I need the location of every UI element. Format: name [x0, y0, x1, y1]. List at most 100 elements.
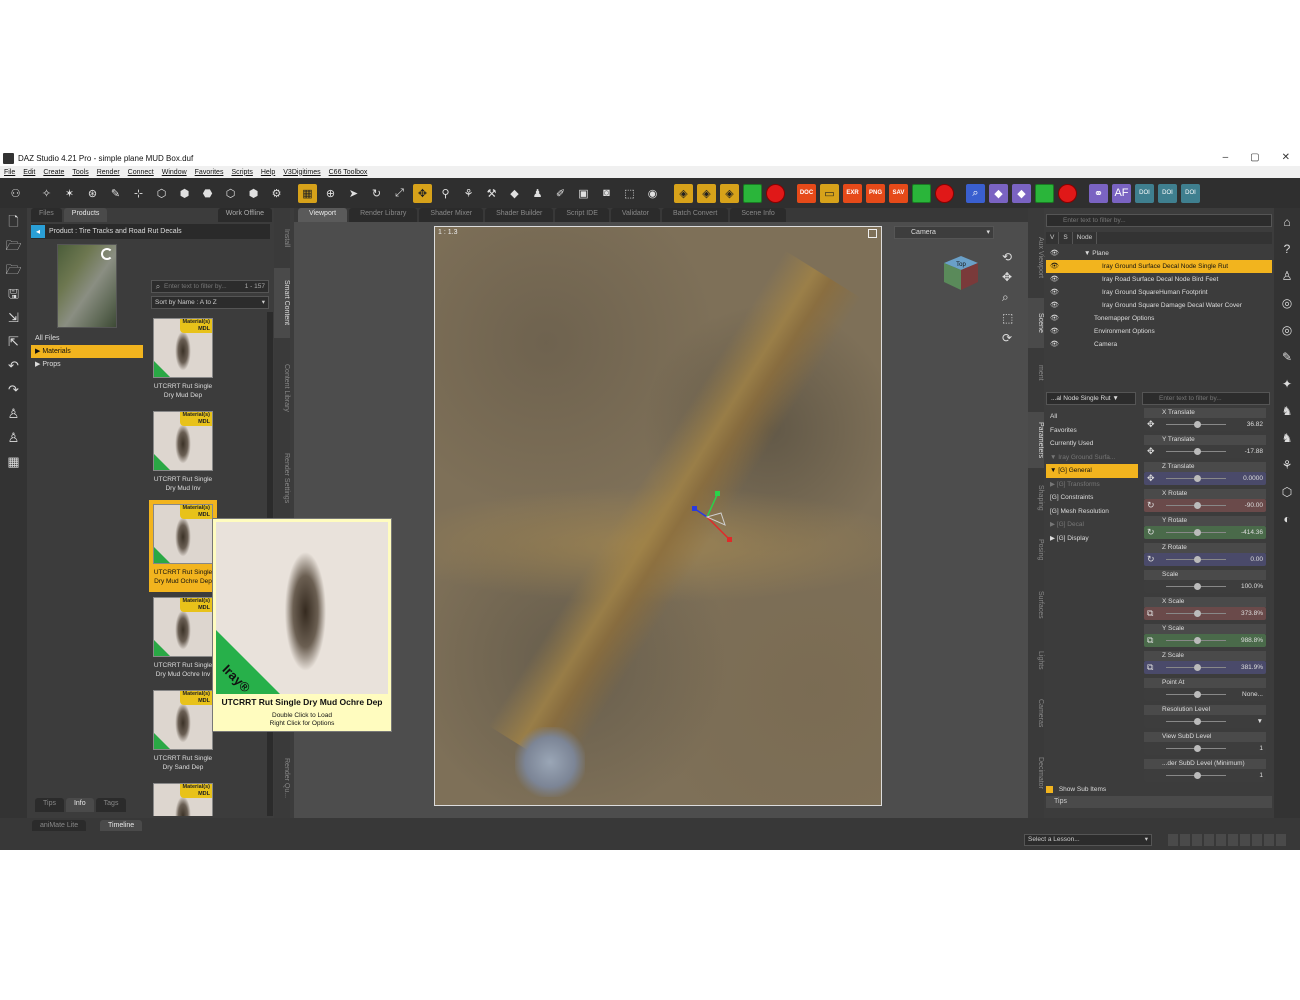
node-tool-icon[interactable]: ✦: [1279, 376, 1295, 392]
eye-icon[interactable]: 👁: [1050, 312, 1059, 325]
parameter-slider[interactable]: Y Translate ✥ -17.88: [1144, 435, 1266, 460]
parameter-value-field[interactable]: 1: [1144, 742, 1266, 755]
scene-row-plane[interactable]: 👁 ▼ Plane: [1046, 247, 1272, 260]
eye-icon[interactable]: 👁: [1050, 325, 1059, 338]
tree-item-props[interactable]: ▶ Props: [31, 358, 143, 371]
ptree-all[interactable]: All: [1046, 410, 1138, 424]
slider-knob[interactable]: [1194, 421, 1201, 428]
parameter-slider[interactable]: Resolution Level ▼: [1144, 705, 1266, 730]
viewport-canvas[interactable]: 1 : 1.3: [434, 226, 882, 806]
lesson-button[interactable]: [1264, 834, 1274, 846]
scene-row-environment[interactable]: 👁 Environment Options: [1046, 325, 1272, 338]
scene-filter-input[interactable]: Enter text to filter by...: [1046, 214, 1272, 227]
parameter-slider[interactable]: Scale 100.0%: [1144, 570, 1266, 595]
png-script-icon[interactable]: PNG: [866, 183, 885, 203]
parameter-value-field[interactable]: ✥ -17.88: [1144, 445, 1266, 458]
lesson-button[interactable]: [1192, 834, 1202, 846]
doc-c-icon[interactable]: DOI: [1181, 183, 1200, 203]
view-cube[interactable]: Top: [940, 252, 982, 294]
paint-icon[interactable]: ✐: [551, 184, 570, 203]
tab-timeline[interactable]: Timeline: [100, 820, 143, 831]
scale-icon[interactable]: ⤢: [390, 184, 409, 203]
parameter-value-field[interactable]: ✥ 36.82: [1144, 418, 1266, 431]
save-icon[interactable]: 🖫: [6, 286, 22, 302]
doc-b-icon[interactable]: DOI: [1158, 183, 1177, 203]
side-tab-aux-viewport[interactable]: Aux Viewport: [1028, 228, 1044, 288]
slider-knob[interactable]: [1194, 718, 1201, 725]
node-weight-icon[interactable]: ⊹: [129, 184, 148, 203]
minimize-button[interactable]: –: [1223, 152, 1229, 163]
joint-editor-icon[interactable]: ⚘: [459, 184, 478, 203]
batch-green-icon[interactable]: [1035, 183, 1054, 203]
tab-script-ide[interactable]: Script IDE: [555, 208, 609, 222]
slider-knob[interactable]: [1194, 745, 1201, 752]
parameter-slider[interactable]: Y Rotate ↻ -414.36: [1144, 516, 1266, 541]
close-button[interactable]: ✕: [1282, 152, 1290, 163]
slider-knob[interactable]: [1194, 448, 1201, 455]
menu-v3digitimes[interactable]: V3Digitimes: [279, 169, 324, 176]
redo-icon[interactable]: ↷: [6, 382, 22, 398]
tips-tab[interactable]: Tips: [1046, 796, 1272, 808]
parameter-slider[interactable]: Point At None...: [1144, 678, 1266, 703]
grid-icon[interactable]: ▦: [298, 183, 317, 203]
tab-files[interactable]: Files: [31, 208, 62, 222]
tab-shader-mixer[interactable]: Shader Mixer: [419, 208, 484, 222]
camera-render-icon[interactable]: ◙: [597, 184, 616, 203]
node-icon[interactable]: ◆: [505, 184, 524, 203]
merge-folder-icon[interactable]: 🗁: [6, 262, 22, 278]
tab-render-library[interactable]: Render Library: [349, 208, 418, 222]
menu-help[interactable]: Help: [257, 169, 279, 176]
slider-knob[interactable]: [1194, 610, 1201, 617]
ptree-decal[interactable]: ▶ [G] Decal: [1046, 518, 1138, 532]
menu-tools[interactable]: Tools: [68, 169, 92, 176]
header-node[interactable]: Node: [1073, 232, 1098, 244]
side-tab-posing[interactable]: Posing: [1028, 528, 1044, 572]
slider-knob[interactable]: [1194, 691, 1201, 698]
node-select[interactable]: ...al Node Single Rut ▼: [1046, 392, 1136, 405]
joint-icon[interactable]: ⊛: [83, 184, 102, 203]
script-a-icon[interactable]: ◈: [674, 183, 693, 203]
parameter-filter-input[interactable]: Enter text to filter by...: [1142, 392, 1270, 405]
asset-filter-input[interactable]: ⌕ Enter text to filter by... 1 - 157: [151, 280, 269, 293]
slider-knob[interactable]: [1194, 664, 1201, 671]
doc-script-icon[interactable]: DOC: [797, 183, 816, 203]
red-script-icon[interactable]: [935, 183, 954, 203]
zoom-icon[interactable]: ⌕: [1002, 290, 1013, 305]
pose-tool-icon[interactable]: ♞: [1279, 403, 1295, 419]
tab-batch-convert[interactable]: Batch Convert: [662, 208, 729, 222]
figure-tool-b-icon[interactable]: ♙: [6, 430, 22, 446]
exr-script-icon[interactable]: EXR: [843, 183, 862, 203]
header-selectable[interactable]: S: [1059, 232, 1073, 244]
eye-icon[interactable]: 👁: [1050, 273, 1059, 286]
parameter-slider[interactable]: Y Scale ⧉ 988.8%: [1144, 624, 1266, 649]
tab-tags[interactable]: Tags: [95, 798, 127, 812]
help-icon[interactable]: ?: [1279, 241, 1295, 257]
geometry-icon[interactable]: ⬡: [152, 184, 171, 203]
tree-item-materials[interactable]: ▶ Materials: [31, 345, 143, 358]
scene-row-camera[interactable]: 👁 Camera: [1046, 338, 1272, 351]
side-tab-shaping[interactable]: Shaping: [1028, 476, 1044, 520]
side-tab-surfaces[interactable]: Surfaces: [1028, 580, 1044, 630]
header-visible[interactable]: V: [1046, 232, 1060, 244]
tab-shader-builder[interactable]: Shader Builder: [485, 208, 554, 222]
side-tab-install[interactable]: Install: [274, 218, 290, 258]
frame-icon[interactable]: ⬚: [1002, 311, 1013, 325]
new-file-icon[interactable]: 🗋: [6, 214, 22, 230]
camera-icon[interactable]: ◉: [643, 184, 662, 203]
eye-icon[interactable]: 👁: [1050, 338, 1059, 351]
parameter-value-field[interactable]: ▼: [1144, 715, 1266, 728]
side-tab-content-library[interactable]: Content Library: [274, 348, 290, 428]
menu-connect[interactable]: Connect: [124, 169, 158, 176]
side-tab-render-settings[interactable]: Render Settings: [274, 438, 290, 518]
weight-tool-icon[interactable]: ♞: [1279, 430, 1295, 446]
timeline-tool-icon[interactable]: ▦: [6, 454, 22, 470]
parameter-value-field[interactable]: ⧉ 381.9%: [1144, 661, 1266, 674]
tab-validator[interactable]: Validator: [610, 208, 660, 222]
menu-window[interactable]: Window: [158, 169, 191, 176]
slider-knob[interactable]: [1194, 637, 1201, 644]
lesson-button[interactable]: [1180, 834, 1190, 846]
surface-tool-icon[interactable]: ◎: [1279, 322, 1295, 338]
menu-favorites[interactable]: Favorites: [191, 169, 228, 176]
import-icon[interactable]: ⇲: [6, 310, 22, 326]
parameter-value-field[interactable]: ⧉ 988.8%: [1144, 634, 1266, 647]
